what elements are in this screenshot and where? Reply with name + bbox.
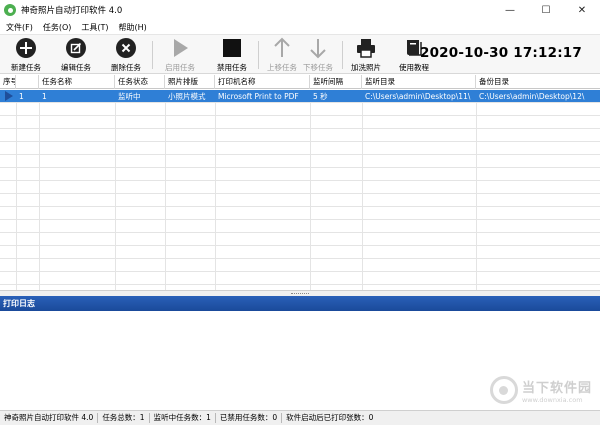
clock: 2020-10-30 17:12:17: [419, 45, 582, 61]
status-listening: 监听中任务数：1: [150, 413, 216, 423]
plus-icon: [15, 37, 37, 59]
close-button[interactable]: ✕: [564, 0, 600, 20]
move-down-label: 下移任务: [303, 63, 333, 72]
delete-task-button[interactable]: 删除任务: [108, 37, 144, 73]
menu-file[interactable]: 文件(F): [2, 22, 37, 33]
title-bar: 神奇照片自动打印软件 4.0 — ☐ ✕: [0, 0, 600, 20]
app-icon: [4, 4, 16, 16]
col-printer[interactable]: 打印机名称: [215, 75, 310, 89]
arrow-up-icon: [271, 37, 293, 59]
col-layout[interactable]: 照片排版: [165, 75, 215, 89]
empty-row: [0, 220, 600, 233]
cell-name: 1: [42, 92, 47, 101]
edit-icon: [65, 37, 87, 59]
empty-row: [0, 194, 600, 207]
empty-row: [0, 246, 600, 259]
col-interval[interactable]: 监听间隔: [310, 75, 362, 89]
empty-row: [0, 155, 600, 168]
grid-header: 序号 任务名称 任务状态 照片排版 打印机名称 监听间隔 监听目录 备份目录: [0, 75, 600, 89]
col-status[interactable]: 任务状态: [115, 75, 165, 89]
grid-line: [115, 103, 116, 290]
enable-task-button[interactable]: 启用任务: [162, 37, 198, 73]
empty-row: [0, 142, 600, 155]
empty-row: [0, 181, 600, 194]
grid-line: [215, 103, 216, 290]
empty-row: [0, 129, 600, 142]
play-icon: [169, 37, 191, 59]
cell-layout: 小照片模式: [168, 92, 206, 101]
empty-row: [0, 233, 600, 246]
status-printed: 软件启动后已打印张数：0: [286, 413, 374, 422]
col-watch-dir[interactable]: 监听目录: [362, 75, 476, 89]
toolbar-separator: [342, 41, 343, 69]
watermark-cn: 当下软件园: [521, 380, 592, 396]
enable-task-label: 启用任务: [165, 63, 195, 72]
watermark-url: www.downxia.com: [521, 395, 583, 404]
grid-line: [165, 103, 166, 290]
status-disabled: 已禁用任务数：0: [216, 413, 283, 423]
log-panel-title: 打印日志: [0, 296, 600, 311]
cell-index: 1: [19, 92, 24, 101]
menu-tools[interactable]: 工具(T): [77, 22, 112, 33]
col-index[interactable]: 序号: [0, 75, 16, 89]
printer-icon: [355, 37, 377, 59]
cell-status: 监听中: [118, 92, 141, 101]
grid-line: [16, 103, 17, 290]
minimize-button[interactable]: —: [492, 0, 528, 20]
move-up-button[interactable]: 上移任务: [264, 37, 300, 73]
splitter-grip-icon: [291, 292, 309, 295]
cell-backup-dir: C:\Users\admin\Desktop\12\: [479, 92, 585, 101]
edit-task-label: 编辑任务: [61, 63, 91, 72]
empty-row: [0, 168, 600, 181]
toolbar-separator: [258, 41, 259, 69]
empty-row: [0, 259, 600, 272]
arrow-down-icon: [307, 37, 329, 59]
cell-printer: Microsoft Print to PDF: [218, 92, 299, 101]
delete-task-label: 删除任务: [111, 63, 141, 72]
window-controls: — ☐ ✕: [492, 0, 600, 20]
disable-task-button[interactable]: 禁用任务: [214, 37, 250, 73]
menu-bar: 文件(F) 任务(O) 工具(T) 帮助(H): [0, 20, 600, 34]
menu-task[interactable]: 任务(O): [39, 22, 76, 33]
status-app: 神奇照片自动打印软件 4.0: [0, 413, 99, 423]
add-print-label: 加洗照片: [351, 63, 381, 72]
disable-task-label: 禁用任务: [217, 63, 247, 72]
cell-watch-dir: C:\Users\admin\Desktop\11\: [365, 92, 471, 101]
status-total: 任务总数：1: [98, 413, 150, 423]
watermark-text: 当下软件园 www.downxia.com: [522, 377, 592, 404]
tutorial-label: 使用教程: [399, 63, 429, 72]
window-title: 神奇照片自动打印软件 4.0: [21, 6, 123, 16]
edit-task-button[interactable]: 编辑任务: [58, 37, 94, 73]
empty-row: [0, 103, 600, 116]
col-gap: [16, 75, 39, 89]
toolbar-separator: [152, 41, 153, 69]
grid-line: [39, 103, 40, 290]
grid-line: [362, 103, 363, 290]
col-backup-dir[interactable]: 备份目录: [476, 75, 600, 89]
empty-row: [0, 116, 600, 129]
add-print-button[interactable]: 加洗照片: [348, 37, 384, 73]
toolbar: 新建任务 编辑任务 删除任务 启用任务 禁用任务 上移任务 下移任务 加洗照片 …: [0, 34, 600, 74]
current-row-marker-icon: [5, 91, 13, 101]
watermark: 当下软件园 www.downxia.com: [489, 376, 592, 404]
grid-line: [476, 103, 477, 290]
new-task-button[interactable]: 新建任务: [8, 37, 44, 73]
move-down-button[interactable]: 下移任务: [300, 37, 336, 73]
new-task-label: 新建任务: [11, 63, 41, 72]
cell-interval: 5 秒: [313, 92, 328, 101]
status-bar: 神奇照片自动打印软件 4.0 任务总数：1 监听中任务数：1 已禁用任务数：0 …: [0, 411, 600, 425]
delete-icon: [115, 37, 137, 59]
grid-line: [310, 103, 311, 290]
maximize-button[interactable]: ☐: [528, 0, 564, 20]
menu-help[interactable]: 帮助(H): [115, 22, 151, 33]
empty-row: [0, 207, 600, 220]
move-up-label: 上移任务: [267, 63, 297, 72]
empty-row: [0, 272, 600, 285]
task-grid: 序号 任务名称 任务状态 照片排版 打印机名称 监听间隔 监听目录 备份目录 1…: [0, 75, 600, 290]
table-row[interactable]: 1 1 监听中 小照片模式 Microsoft Print to PDF 5 秒…: [0, 90, 600, 103]
col-name[interactable]: 任务名称: [39, 75, 115, 89]
stop-icon: [221, 37, 243, 59]
watermark-logo-icon: [489, 376, 518, 404]
